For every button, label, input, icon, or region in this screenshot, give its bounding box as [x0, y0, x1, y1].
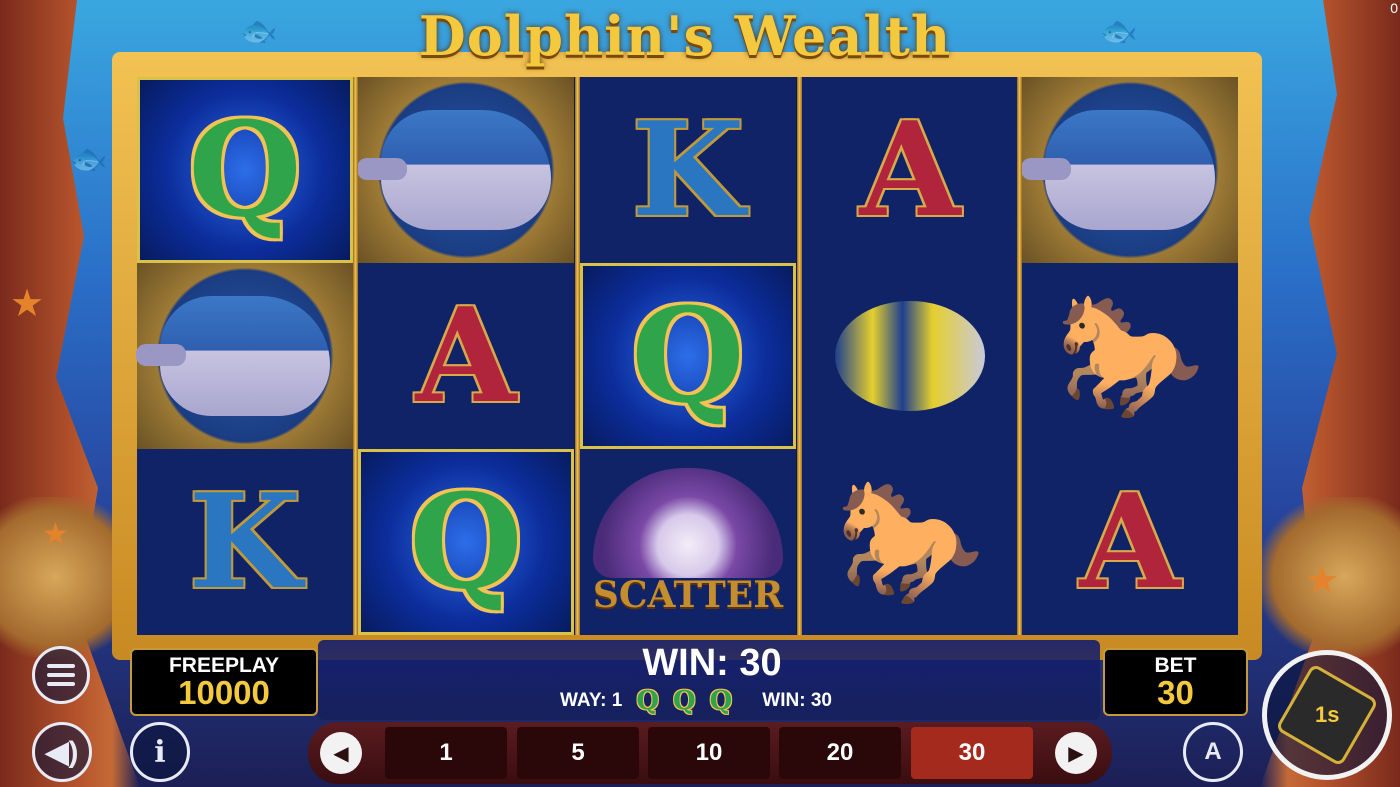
scatter-label: SCATTER: [592, 574, 784, 616]
spin-button[interactable]: 1s: [1262, 650, 1392, 780]
symbol-q: Q: [188, 93, 302, 246]
reel-3: K Q SCATTER: [580, 77, 796, 635]
symbol-k: K: [188, 465, 302, 618]
reel-area: Q K A Q K Q SCATTER A 🐎 🐎 A: [136, 77, 1238, 635]
reel-cell: [802, 263, 1018, 449]
reel-cell: Q: [358, 449, 574, 635]
menu-icon: [47, 664, 75, 668]
starfish-icon: ★: [1305, 560, 1340, 602]
reel-cell: A: [358, 263, 574, 449]
spin-dice-icon: 1s: [1275, 663, 1379, 767]
autoplay-icon: A: [1204, 738, 1222, 765]
reel-cell: Q: [580, 263, 796, 449]
bet-option-20[interactable]: 20: [779, 727, 901, 779]
reel-2: AQ: [357, 77, 574, 635]
dolphin-icon: [1021, 110, 1215, 230]
info-icon: i: [154, 734, 166, 770]
seahorse-icon: 🐎: [835, 475, 985, 609]
freeplay-box: FREEPLAY 10000: [130, 648, 318, 716]
bet-value: 30: [1157, 674, 1194, 711]
winning-way-info: WAY: 1 Q Q Q WIN: 30: [560, 686, 832, 716]
symbol-a: A: [415, 279, 517, 432]
reel-cell: 🐎: [802, 449, 1018, 635]
bet-option-10[interactable]: 10: [648, 727, 770, 779]
reel-cell: Q: [137, 77, 353, 263]
bet-box: BET 30: [1103, 648, 1248, 716]
reel-cell: [357, 77, 574, 263]
reel-divider: [575, 77, 580, 635]
dolphin-icon: [136, 296, 330, 416]
starfish-icon: ★: [42, 518, 69, 551]
background-fish-icon: 🐟: [1100, 15, 1138, 48]
scatter-symbol: SCATTER: [593, 468, 783, 616]
sound-button[interactable]: ◀): [32, 722, 92, 782]
left-arrow-icon: ◀: [333, 742, 349, 765]
reel-5: 🐎 A: [1021, 77, 1238, 635]
angelfish-icon: [835, 301, 985, 411]
reel-cell: A: [1022, 449, 1238, 635]
symbol-a: A: [1079, 465, 1181, 618]
reel-cell: K: [137, 449, 353, 635]
reel-divider: [797, 77, 802, 635]
freeplay-value: 10000: [178, 674, 270, 711]
reel-4: A 🐎: [802, 77, 1018, 635]
reel-cell: [1021, 77, 1238, 263]
reel-divider: [353, 77, 358, 635]
way-label: WAY: 1: [560, 690, 623, 711]
win-line-symbol-q: Q: [709, 686, 733, 716]
starfish-icon: ★: [10, 283, 45, 325]
reel-1: QK: [136, 77, 353, 635]
seahorse-icon: 🐎: [1055, 289, 1205, 423]
win-line-symbol-q: Q: [672, 686, 696, 716]
dolphin-icon: [357, 110, 551, 230]
right-arrow-icon: ▶: [1068, 742, 1084, 765]
info-button[interactable]: i: [130, 722, 190, 782]
pearl-shell-icon: [592, 468, 783, 578]
speaker-icon: ◀): [45, 735, 79, 769]
corner-counter: 0: [1390, 0, 1398, 16]
autoplay-button[interactable]: A: [1183, 722, 1243, 782]
symbol-q: Q: [409, 465, 523, 618]
symbol-a: A: [859, 93, 961, 246]
line-win-label: WIN: 30: [762, 690, 832, 711]
bet-increase-button[interactable]: ▶: [1055, 732, 1097, 774]
reel-cell: A: [802, 77, 1018, 263]
reel-cell: 🐎: [1022, 263, 1238, 449]
background-fish-icon: 🐟: [240, 15, 278, 48]
game-title: Dolphin's Wealth: [418, 4, 952, 68]
reel-cell: SCATTER: [580, 449, 796, 635]
bet-option-1[interactable]: 1: [385, 727, 507, 779]
bet-decrease-button[interactable]: ◀: [320, 732, 362, 774]
bet-option-30[interactable]: 30: [911, 727, 1033, 779]
menu-button[interactable]: [32, 646, 90, 704]
bet-option-5[interactable]: 5: [517, 727, 639, 779]
reel-cell: K: [580, 77, 796, 263]
win-line-symbol-q: Q: [636, 686, 659, 716]
reel-cell: [136, 263, 353, 449]
symbol-k: K: [631, 93, 745, 246]
symbol-q: Q: [631, 279, 745, 432]
background-fish-icon: 🐟: [70, 143, 108, 176]
reel-divider: [1017, 77, 1022, 635]
